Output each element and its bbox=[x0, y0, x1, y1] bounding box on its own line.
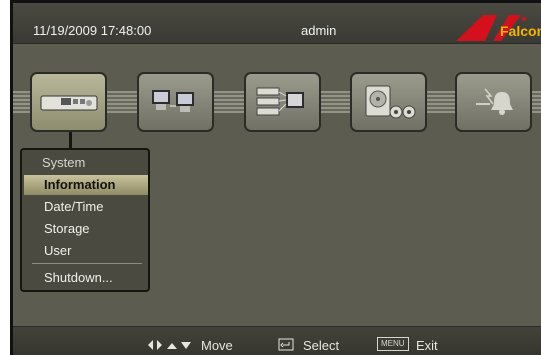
menu-separator bbox=[32, 263, 142, 264]
menu-item-shutdown[interactable]: Shutdown... bbox=[44, 270, 113, 285]
user-label: admin bbox=[301, 23, 337, 38]
menu-item-user[interactable]: User bbox=[44, 243, 71, 258]
arrow-keys-icon bbox=[148, 340, 191, 350]
datetime-text: 11/19/2009 17:48:00 bbox=[33, 23, 152, 38]
menu-item-storage[interactable]: Storage bbox=[44, 221, 90, 236]
disk-reel-icon bbox=[365, 85, 415, 119]
dvr-screen: 11/19/2009 17:48:00 admin Falcon System … bbox=[10, 0, 541, 355]
network-tile[interactable] bbox=[137, 72, 214, 132]
menu-item-information[interactable]: Information bbox=[44, 177, 116, 192]
submenu-connector bbox=[69, 132, 72, 148]
menu-item-date-time[interactable]: Date/Time bbox=[44, 199, 103, 214]
exit-hint: Exit bbox=[416, 338, 438, 353]
move-hint: Move bbox=[201, 338, 233, 353]
storage-tile[interactable] bbox=[244, 72, 321, 132]
system-tile[interactable] bbox=[30, 72, 107, 132]
brand-name: Falcon bbox=[500, 23, 541, 39]
bottom-hint-bar: Move Select MENU Exit bbox=[13, 326, 541, 355]
top-bar: 11/19/2009 17:48:00 admin Falcon bbox=[13, 3, 541, 44]
network-computers-icon bbox=[151, 90, 194, 112]
system-submenu: System Information Date/Time Storage Use… bbox=[20, 148, 150, 292]
menu-key-icon: MENU bbox=[377, 337, 409, 351]
alarm-tile[interactable] bbox=[455, 72, 532, 132]
alarm-bell-icon bbox=[475, 88, 513, 115]
select-hint: Select bbox=[303, 338, 340, 353]
dvr-device-icon bbox=[40, 95, 97, 111]
enter-key-icon bbox=[278, 338, 294, 351]
submenu-title: System bbox=[42, 155, 86, 170]
record-tile[interactable] bbox=[350, 72, 427, 132]
hard-drives-icon bbox=[256, 87, 304, 116]
